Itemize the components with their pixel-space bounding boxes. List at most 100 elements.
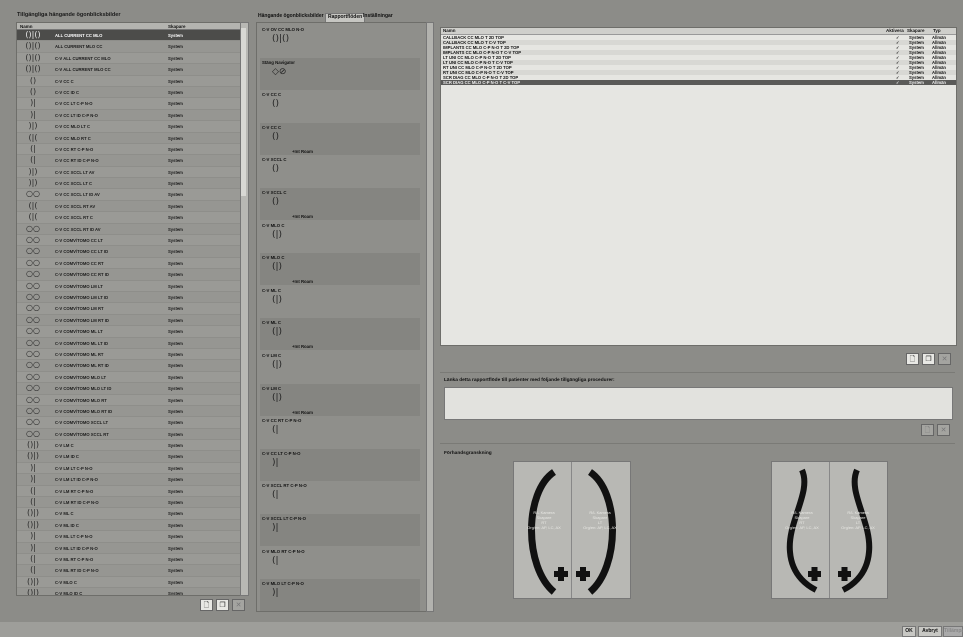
delete-report-flow-icon[interactable]: ✕	[938, 353, 951, 365]
list-item[interactable]: () C-V CC C System	[17, 76, 241, 87]
list-item[interactable]: )| C-V LM LT C-P N-O System	[17, 463, 241, 475]
list-item[interactable]: ()|() C-V ALL CURRENT CC MLO System	[17, 53, 241, 65]
report-flow-step[interactable]: C-V MLO LT C-P N-O)|	[260, 579, 420, 611]
report-flow-step[interactable]: C-V OV CC MLO N-O ()|()	[260, 25, 420, 57]
delete-procedure-link-icon[interactable]: ✕	[937, 424, 950, 436]
new-snapshot-icon[interactable]: 🗋	[200, 599, 213, 611]
list-item[interactable]: (|(C-V CC XCCL RT C System	[17, 212, 241, 224]
list-item[interactable]: (| C-V CC RT C-P N-O System	[17, 144, 241, 156]
middle-scrollbar[interactable]	[426, 22, 434, 612]
list-item[interactable]: ()|) C-V MLO ID C System	[17, 588, 241, 595]
list-item[interactable]: ○○ C-V COMV/TOMO MLO LT ID System	[17, 383, 241, 395]
list-item[interactable]: ()|) C-V LM C System	[17, 440, 241, 452]
tab-hanging-snapshots[interactable]: Hängande ögonblicksbilder	[258, 13, 324, 21]
list-item[interactable]: ○○ C-V COMV/TOMO MLO RT System	[17, 395, 241, 406]
row-active-check[interactable]: ✓	[896, 80, 900, 85]
list-item[interactable]: ○○ C-V COMV/TOMO LM LT System	[17, 281, 241, 292]
list-item[interactable]: ○○ C-V COMV/TOMO LM RT ID System	[17, 314, 241, 327]
copy-report-flow-icon[interactable]: ❐	[922, 353, 935, 365]
ok-button[interactable]: OK	[902, 626, 916, 637]
report-flow-step[interactable]: C-V ML C (|)	[260, 286, 420, 318]
list-item[interactable]: (| C-V ML RT C-P N-O System	[17, 554, 241, 566]
list-item[interactable]: ()|) C-V ML C System	[17, 508, 241, 520]
list-item[interactable]: ○○ C-V CC XCCL LT ID AV System	[17, 189, 241, 201]
list-item[interactable]: ○○ C-V CC XCCL RT ID AV System	[17, 223, 241, 236]
list-item[interactable]: ○○ C-V COMV/TOMO ML LT System	[17, 326, 241, 338]
hanging-layout-icon: ○○	[26, 405, 40, 415]
report-flow-step[interactable]: C-V XCCL LT C-P N-O)|	[260, 514, 420, 546]
report-flow-step[interactable]: C-V CC RT C-P N-O (|	[260, 416, 420, 448]
list-item[interactable]: ○○ C-V COMV/TOMO LM RT System	[17, 303, 241, 315]
list-item[interactable]: ()|) C-V ML ID C System	[17, 519, 241, 532]
list-item[interactable]: ○○ C-V COMV/TOMO MLO LT System	[17, 372, 241, 384]
list-item[interactable]: ○○ C-V COMV/TOMO ML LT ID System	[17, 337, 241, 349]
list-item[interactable]: ○○ C-V COMV/TOMO XCCL LT System	[17, 417, 241, 429]
new-procedure-link-icon[interactable]: 🗋	[921, 424, 934, 436]
report-flow-step[interactable]: C-V CC LT C-P N-O)|	[260, 448, 420, 481]
list-item[interactable]: ()|) C-V MLO C System	[17, 577, 241, 589]
list-item[interactable]: () C-V CC ID C System	[17, 86, 241, 99]
list-item[interactable]: )| C-V LM LT ID C-P N-O System	[17, 474, 241, 486]
list-item[interactable]: ()|() C-V ALL CURRENT MLO CC System	[17, 64, 241, 76]
list-item[interactable]: )| C-V ML LT ID C-P N-O System	[17, 542, 241, 554]
list-item[interactable]: (| C-V LM RT C-P N-O System	[17, 486, 241, 498]
report-flow-step[interactable]: C-V CC C() +Int Roam	[260, 122, 420, 155]
list-item[interactable]: ○○ C-V COMV/TOMO CC LT ID System	[17, 246, 241, 258]
list-item[interactable]: ○○ C-V COMV/TOMO ML RT ID System	[17, 360, 241, 372]
list-item[interactable]: (| C-V LM RT ID C-P N-O System	[17, 497, 241, 509]
list-item[interactable]: ○○ C-V COMV/TOMO CC LT System	[17, 235, 241, 247]
step-roam-label: +Int Roam	[292, 279, 313, 285]
report-flow-step[interactable]: C-V MLO RT C-P N-O (|	[260, 547, 420, 579]
col-creator-header[interactable]: Skapare	[168, 24, 186, 29]
list-item[interactable]: ()|() ALL CURRENT CC MLO System	[17, 30, 241, 42]
list-item[interactable]: )| C-V CC LT C-P N-O System	[17, 98, 241, 110]
report-flow-step[interactable]: C-V ML C (|) +Int Roam	[260, 318, 420, 351]
apply-button[interactable]: Tillämpa	[943, 626, 963, 637]
report-flow-step[interactable]: Stäng Navigator ◇⊘	[260, 57, 420, 90]
list-item[interactable]: (|(C-V CC MLO RT C System	[17, 132, 241, 144]
col-type-header[interactable]: Typ	[933, 28, 941, 33]
list-item[interactable]: ○○ C-V COMV/TOMO LM LT ID System	[17, 291, 241, 304]
new-report-flow-icon[interactable]: 🗋	[906, 353, 919, 365]
list-item[interactable]: ()|) C-V LM ID C System	[17, 451, 241, 463]
list-item[interactable]: ()|() ALL CURRENT MLO CC System	[17, 41, 241, 53]
delete-snapshot-icon[interactable]: ✕	[232, 599, 245, 611]
report-flow-step[interactable]: C-V XCCL C () +Int Roam	[260, 188, 420, 220]
list-item[interactable]: )|) C-V CC XCCL LT AV System	[17, 167, 241, 179]
tab-settings[interactable]: Inställningar	[363, 13, 393, 21]
list-item-name: C-V LM LT ID C-P N-O	[55, 477, 98, 483]
report-flow-step[interactable]: C-V XCCL RT C-P N-O (|	[260, 481, 420, 513]
report-flow-step[interactable]: C-V LM C (|) +Int Roam	[260, 383, 420, 416]
table-row[interactable]: SCR DIAG CC MLO C-P N-O T C-V TOP ✓ System…	[441, 80, 956, 85]
tab-report-flows[interactable]: Rapportflöden	[325, 13, 366, 22]
report-flow-table[interactable]: Namn Aktivera Skapare Typ CALLBACK CC ML…	[440, 27, 957, 346]
list-item[interactable]: (| C-V CC RT ID C-P N-O System	[17, 155, 241, 167]
list-item[interactable]: )|) C-V CC MLO LT C System	[17, 121, 241, 133]
list-item[interactable]: )|) C-V CC XCCL LT C System	[17, 178, 241, 190]
list-item[interactable]: ○○ C-V COMV/TOMO ML RT System	[17, 349, 241, 361]
report-flow-step[interactable]: C-V XCCL C()	[260, 155, 420, 187]
report-flow-step[interactable]: C-V MLO C (|) +Int Roam	[260, 253, 420, 286]
list-item[interactable]: ○○ C-V COMV/TOMO CC RT ID System	[17, 269, 241, 281]
list-item[interactable]: (| C-V ML RT ID C-P N-O System	[17, 565, 241, 577]
copy-snapshot-icon[interactable]: ❐	[216, 599, 229, 611]
cancel-button[interactable]: Avbryt	[918, 626, 942, 637]
linked-procedures-box[interactable]	[444, 387, 953, 420]
list-item[interactable]: ○○ C-V COMV/TOMO XCCL RT System	[17, 428, 241, 441]
list-item[interactable]: (|(C-V CC XCCL RT AV System	[17, 200, 241, 213]
report-flow-step[interactable]: C-V MLO C (|)	[260, 221, 420, 253]
list-item[interactable]: ○○ C-V COMV/TOMO MLO RT ID System	[17, 405, 241, 418]
col-name-header[interactable]: Namn	[443, 28, 456, 33]
col-name-header[interactable]: Namn	[20, 24, 33, 29]
list-item[interactable]: ○○ C-V COMV/TOMO CC RT System	[17, 258, 241, 270]
hanging-snapshot-list[interactable]: Namn Skapare ()|() ALL CURRENT CC MLO Syst…	[16, 22, 242, 596]
col-active-header[interactable]: Aktivera	[886, 28, 904, 33]
col-creator-header[interactable]: Skapare	[907, 28, 925, 33]
list-item-creator: System	[168, 534, 183, 540]
report-flow-steps[interactable]: C-V OV CC MLO N-O ()|() Stäng Navigator ◇⊘ C…	[256, 22, 428, 612]
list-item[interactable]: )| C-V CC LT ID C-P N-O System	[17, 109, 241, 122]
list-item[interactable]: )| C-V ML LT C-P N-O System	[17, 531, 241, 543]
left-scrollbar-thumb[interactable]	[241, 28, 246, 196]
report-flow-step[interactable]: C-V LM C (|)	[260, 351, 420, 383]
report-flow-step[interactable]: C-V CC C()	[260, 90, 420, 122]
